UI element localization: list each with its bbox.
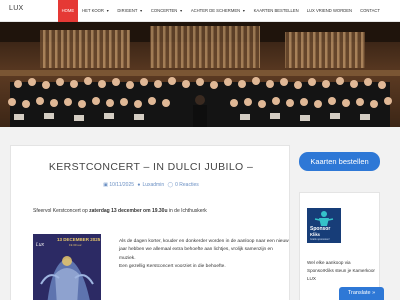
nav-dirigent[interactable]: DIRIGENT ▼ <box>113 0 146 22</box>
site-brand[interactable]: LUX <box>9 5 24 12</box>
chevron-down-icon: ▼ <box>105 9 110 13</box>
post-body-paragraph: Een gezellig Kerstconcert voorziet in di… <box>119 263 226 269</box>
nav-dirigent-label: DIRIGENT <box>117 8 138 13</box>
nav-kaarten-bestellen-label: KAARTEN BESTELLEN <box>253 8 299 13</box>
sponsor-logo-title2: Kliks <box>310 232 321 237</box>
poster-time: 19.30 uur <box>69 243 82 247</box>
calendar-icon: ▣ <box>103 182 108 188</box>
top-navigation-bar: LUX HOME HET KOOR ▼ DIRIGENT ▼ CONCERTEN ▼ … <box>0 0 400 22</box>
translate-button[interactable]: Translate » <box>339 287 384 300</box>
hero-choir-photo <box>0 22 400 127</box>
post-card: KERSTCONCERT – IN DULCI JUBILO – ▣ 10/11… <box>10 145 290 300</box>
concert-poster-image[interactable]: 13 DECEMBER 2025 19.30 uur Lux <box>33 234 101 300</box>
nav-contact-label: CONTACT <box>360 8 380 13</box>
nav-lux-vriend-worden[interactable]: LUX VRIEND WORDEN <box>303 0 356 22</box>
sponsor-text: Wel elke aankoop via SponsorKliks steun … <box>307 260 375 281</box>
post-title[interactable]: KERSTCONCERT – IN DULCI JUBILO – <box>11 161 291 173</box>
post-lead: Sfeervol Kerstconcert op zaterdag 13 dec… <box>33 208 207 214</box>
nav-contact[interactable]: CONTACT <box>356 0 384 22</box>
post-reactions[interactable]: 0 Reacties <box>175 182 199 188</box>
nav-achter-de-schermen[interactable]: ACHTER DE SCHERMEN ▼ <box>187 0 250 22</box>
post-meta: ▣ 10/11/2025 ● Luxadmin ◯ 0 Reacties <box>11 182 291 188</box>
nav-concerten[interactable]: CONCERTEN ▼ <box>147 0 187 22</box>
post-body-paragraph: Als de dagen korter, kouder en donkerder… <box>119 239 289 261</box>
poster-date: 13 DECEMBER 2025 <box>57 237 101 242</box>
lead-suffix: in de Ichthuskerk <box>167 208 207 214</box>
chevron-down-icon: ▼ <box>242 9 246 13</box>
nav-het-koor[interactable]: HET KOOR ▼ <box>78 0 113 22</box>
chevron-down-icon: ▼ <box>139 9 143 13</box>
nav-lux-vriend-worden-label: LUX VRIEND WORDEN <box>306 8 353 13</box>
post-author[interactable]: Luxadmin <box>142 182 164 188</box>
user-icon: ● <box>137 182 141 188</box>
post-body: Als de dagen korter, kouder en donkerder… <box>119 238 289 271</box>
nav-home-label: HOME <box>61 8 75 13</box>
nav-concerten-label: CONCERTEN <box>150 8 178 13</box>
order-tickets-button[interactable]: Kaarten bestellen <box>299 152 380 171</box>
nav-home[interactable]: HOME <box>57 0 79 22</box>
main-nav: HOME HET KOOR ▼ DIRIGENT ▼ CONCERTEN ▼ ACHT… <box>57 0 384 22</box>
poster-lux-logo: Lux <box>36 242 45 248</box>
comment-icon: ◯ <box>167 182 174 188</box>
sponsor-logo-tagline: Gratis sponsoren! <box>310 238 330 241</box>
chevron-down-icon: ▼ <box>179 9 183 13</box>
nav-achter-de-schermen-label: ACHTER DE SCHERMEN <box>190 8 241 13</box>
post-date[interactable]: 10/11/2025 <box>109 182 134 188</box>
sponsorkliks-logo[interactable]: Sponsor Kliks Gratis sponsoren! <box>307 208 341 243</box>
lead-prefix: Sfeervol Kerstconcert op <box>33 208 90 214</box>
sponsor-widget: Sponsor Kliks Gratis sponsoren! Wel elke… <box>299 192 380 300</box>
nav-kaarten-bestellen[interactable]: KAARTEN BESTELLEN <box>250 0 303 22</box>
lead-date-time: zaterdag 13 december om 19.30u <box>89 208 168 214</box>
choir-photo-illustration <box>0 22 400 127</box>
nav-het-koor-label: HET KOOR <box>82 8 104 13</box>
